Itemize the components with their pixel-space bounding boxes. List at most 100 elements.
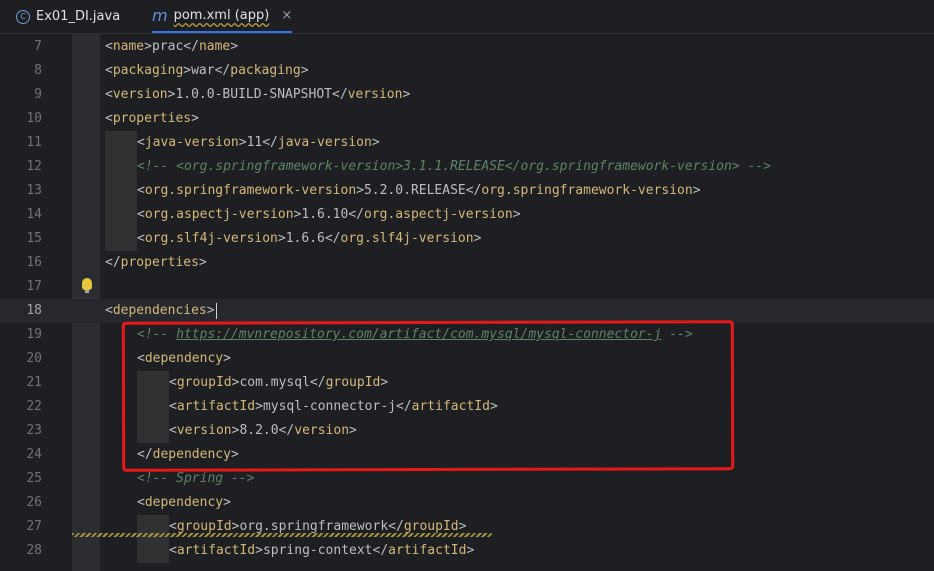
code-line[interactable]: 13 <org.springframework-version>5.2.0.REL… [0,179,934,203]
line-number: 9 [34,87,42,102]
code-line[interactable]: 22 <artifactId>mysql-connector-j</artifac… [0,395,934,419]
xml-tag: version [347,87,403,102]
bracket: > [277,231,286,246]
code-line[interactable]: 26 <dependency> [0,491,934,515]
line-number: 24 [26,447,42,462]
xml-tag: org.aspectj-version [364,207,513,222]
xml-value: 5.2.0.RELEASE [363,183,466,198]
indent-guide [105,539,135,563]
line-number: 15 [26,231,42,246]
bracket: > [206,303,215,318]
code-line[interactable]: 14 <org.aspectj-version>1.6.10</org.aspec… [0,203,934,227]
bracket: </ [396,399,412,414]
line-number: 8 [34,63,42,78]
bracket: > [402,87,411,102]
bracket: < [169,375,177,390]
bracket: </ [465,183,482,198]
xml-tag: org.springframework-version [144,183,357,198]
code-line[interactable]: 20 <dependency> [0,347,934,371]
bracket: < [169,399,177,414]
xml-tag: version [176,423,232,438]
code-line[interactable]: 9 <version>1.0.0-BUILD-SNAPSHOT</version> [0,83,934,107]
code-line[interactable]: 15 <org.slf4j-version>1.6.6</org.slf4j-ve… [0,227,934,251]
xml-tag: java-version [277,135,372,150]
bracket: < [137,351,145,366]
bracket: < [105,111,113,126]
close-icon[interactable]: × [281,8,292,23]
xml-value: spring-context [262,543,373,558]
code-line[interactable]: 16 </properties> [0,251,934,275]
comment-link[interactable]: https://mvnrepository.com/artifact/com.m… [176,327,661,342]
indent-guide [105,203,137,227]
code-line[interactable]: 23 <version>8.2.0</version> [0,419,934,443]
bracket: > [191,111,199,126]
xml-tag: name [112,39,145,54]
bracket: > [349,423,357,438]
indent-guide [137,395,169,419]
bracket: > [230,39,239,54]
code-line[interactable]: 28 <artifactId>spring-context</artifactId… [0,539,934,563]
warning-squiggle [72,533,492,537]
code-text: <packaging>war</packaging> [105,59,309,83]
xml-comment: <!-- [137,327,177,342]
code-line[interactable]: 7 <name>prac</name> [0,35,934,59]
xml-comment: --> [661,327,693,342]
code-line[interactable]: 11 <java-version>11</java-version> [0,131,934,155]
xml-tag: groupId [176,519,232,534]
bracket: > [512,207,521,222]
bracket: < [137,135,145,150]
indent-guide [137,539,169,563]
xml-value: prac [151,39,184,54]
bracket: < [137,495,145,510]
xml-value: 1.6.6 [285,231,325,246]
xml-comment: <!-- Spring --> [137,471,255,486]
code-line[interactable]: 24 </dependency> [0,443,934,467]
code-editor[interactable]: 7 <name>prac</name> 8 <packaging>war</packa… [0,34,934,571]
line-number: 14 [26,207,42,222]
bracket: > [238,135,247,150]
xml-tag: org.aspectj-version [144,207,294,222]
tab-ex01-di-java[interactable]: C Ex01_DI.java [16,0,120,33]
code-line[interactable]: 19 <!-- https://mvnrepository.com/artifac… [0,323,934,347]
indent-guide [105,131,137,155]
bracket: </ [278,423,295,438]
code-line[interactable]: 10 <properties> [0,107,934,131]
xml-tag: properties [120,255,199,270]
bracket: </ [214,63,231,78]
line-number: 11 [26,135,42,150]
code-text: <properties> [105,107,199,131]
code-line[interactable]: 21 <groupId>com.mysql</groupId> [0,371,934,395]
tab-pom-xml[interactable]: m pom.xml (app) × [152,0,293,33]
line-number: 26 [26,495,42,510]
lightbulb-icon[interactable] [82,278,92,293]
code-line[interactable]: 17 [0,275,934,299]
xml-tag: org.slf4j-version [144,231,278,246]
xml-value: 8.2.0 [239,423,279,438]
bracket: > [473,231,482,246]
code-text: <dependencies> [105,299,217,323]
line-number: 7 [34,39,42,54]
xml-tag: java-version [144,135,239,150]
code-text: <java-version>11</java-version> [137,131,380,155]
xml-tag: artifactId [411,399,490,414]
indent-guide [105,467,135,491]
xml-comment: <!-- <org.springframework-version>3.1.1.… [137,159,771,174]
bracket: > [458,519,467,534]
code-line[interactable]: 12 <!-- <org.springframework-version>3.1.… [0,155,934,179]
xml-tag: org.slf4j-version [340,231,474,246]
code-text: <artifactId>mysql-connector-j</artifactI… [169,395,498,419]
bracket: </ [348,207,364,222]
code-text: <!-- Spring --> [137,467,254,491]
editor-tab-bar: C Ex01_DI.java m pom.xml (app) × [0,0,934,34]
xml-tag: groupId [325,375,381,390]
code-line[interactable]: 8 <packaging>war</packaging> [0,59,934,83]
code-text: <!-- <org.springframework-version>3.1.1.… [137,155,771,179]
bracket: > [144,39,152,54]
code-line[interactable]: 25 <!-- Spring --> [0,467,934,491]
xml-tag: dependency [152,447,231,462]
code-text: <groupId>com.mysql</groupId> [169,371,388,395]
bracket: < [169,543,177,558]
code-line[interactable]: 18 <dependencies> [0,299,934,323]
indent-guide [137,371,169,395]
bracket: < [105,303,113,318]
